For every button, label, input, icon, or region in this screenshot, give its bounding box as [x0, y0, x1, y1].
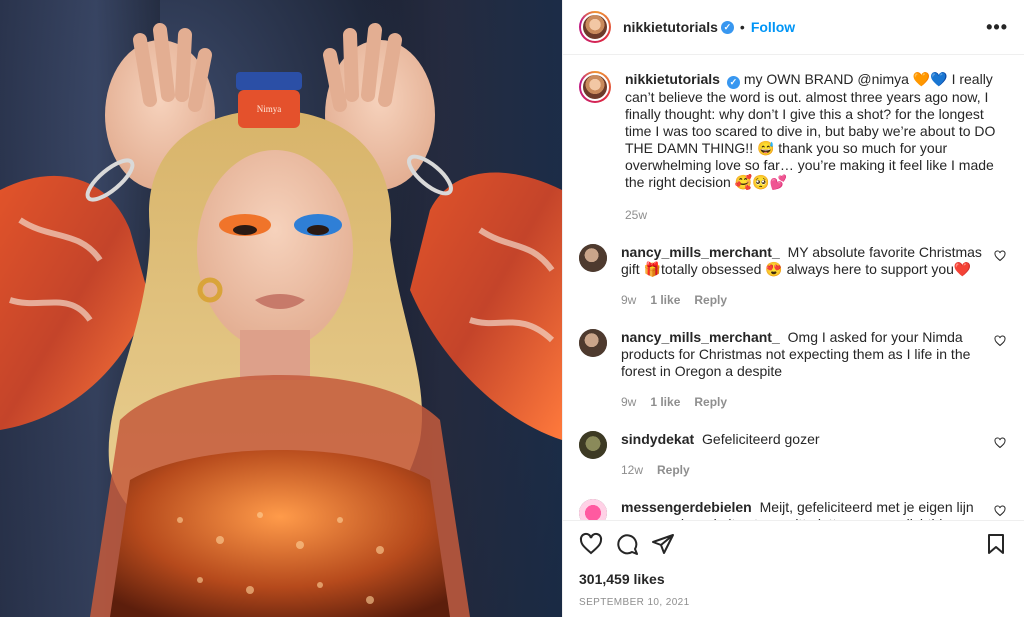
author-avatar[interactable]	[579, 11, 611, 43]
post-date: SEPTEMBER 10, 2021	[579, 597, 690, 608]
bookmark-icon[interactable]	[984, 532, 1008, 556]
commenter-avatar[interactable]	[579, 431, 607, 459]
comments-list[interactable]: nikkietutorials ✓ my OWN BRAND @nimya 🧡💙 …	[563, 55, 1024, 520]
post-image[interactable]: Nimya	[0, 0, 562, 617]
post-actions: 301,459 likes SEPTEMBER 10, 2021	[563, 520, 1024, 617]
verified-badge-icon: ✓	[720, 20, 734, 34]
separator-dot: •	[739, 19, 745, 35]
comment-item: nancy_mills_merchant_ MY absolute favori…	[579, 244, 1008, 309]
caption-text: my OWN BRAND @nimya 🧡💙 I really can’t be…	[625, 71, 996, 190]
reply-button[interactable]: Reply	[694, 394, 727, 411]
comment-icon[interactable]	[615, 532, 639, 556]
portrait-illustration: Nimya	[0, 23, 562, 617]
reply-button[interactable]: Reply	[694, 292, 727, 309]
comment-age: 9w	[621, 395, 637, 409]
reply-button[interactable]: Reply	[657, 462, 690, 479]
comment-text: Gefeliciteerd gozer	[702, 431, 820, 447]
verified-badge-icon: ✓	[726, 76, 740, 89]
comment-like-heart-icon[interactable]	[994, 437, 1006, 449]
comment-likes[interactable]: 1 like	[650, 292, 680, 309]
comment-like-heart-icon[interactable]	[994, 505, 1006, 517]
commenter-avatar[interactable]	[579, 499, 607, 520]
likes-count[interactable]: 301,459 likes	[579, 571, 1008, 587]
comment-username[interactable]: sindydekat	[621, 431, 694, 447]
comment-like-heart-icon[interactable]	[994, 250, 1006, 262]
product-label: Nimya	[257, 104, 282, 114]
more-options-icon[interactable]: •••	[986, 17, 1008, 38]
comment-username[interactable]: messengerdebielen	[621, 499, 752, 515]
comment-item: nancy_mills_merchant_ Omg I asked for yo…	[579, 329, 1008, 411]
comment-item: sindydekat Gefeliciteerd gozer 12w Reply	[579, 431, 1008, 479]
post-panel: nikkietutorials ✓ • Follow ••• nikkietut…	[562, 0, 1024, 617]
comment-age: 9w	[621, 293, 637, 307]
caption-age: 25w	[625, 208, 648, 222]
comment-age: 12w	[621, 463, 644, 477]
author-avatar[interactable]	[579, 71, 611, 103]
caption-username[interactable]: nikkietutorials	[625, 71, 720, 87]
commenter-avatar[interactable]	[579, 244, 607, 272]
post-header: nikkietutorials ✓ • Follow •••	[563, 0, 1024, 55]
comment-username[interactable]: nancy_mills_merchant_	[621, 244, 780, 260]
comment-username[interactable]: nancy_mills_merchant_	[621, 329, 780, 345]
heart-icon[interactable]	[579, 532, 603, 556]
send-icon[interactable]	[651, 532, 675, 556]
follow-button[interactable]: Follow	[751, 19, 795, 35]
author-username[interactable]: nikkietutorials	[623, 19, 718, 35]
commenter-avatar[interactable]	[579, 329, 607, 357]
comment-like-heart-icon[interactable]	[994, 335, 1006, 347]
comment-likes[interactable]: 1 like	[650, 394, 680, 411]
comment-item: messengerdebielen Meijt, gefeliciteerd m…	[579, 499, 1008, 520]
caption: nikkietutorials ✓ my OWN BRAND @nimya 🧡💙 …	[579, 71, 1008, 224]
